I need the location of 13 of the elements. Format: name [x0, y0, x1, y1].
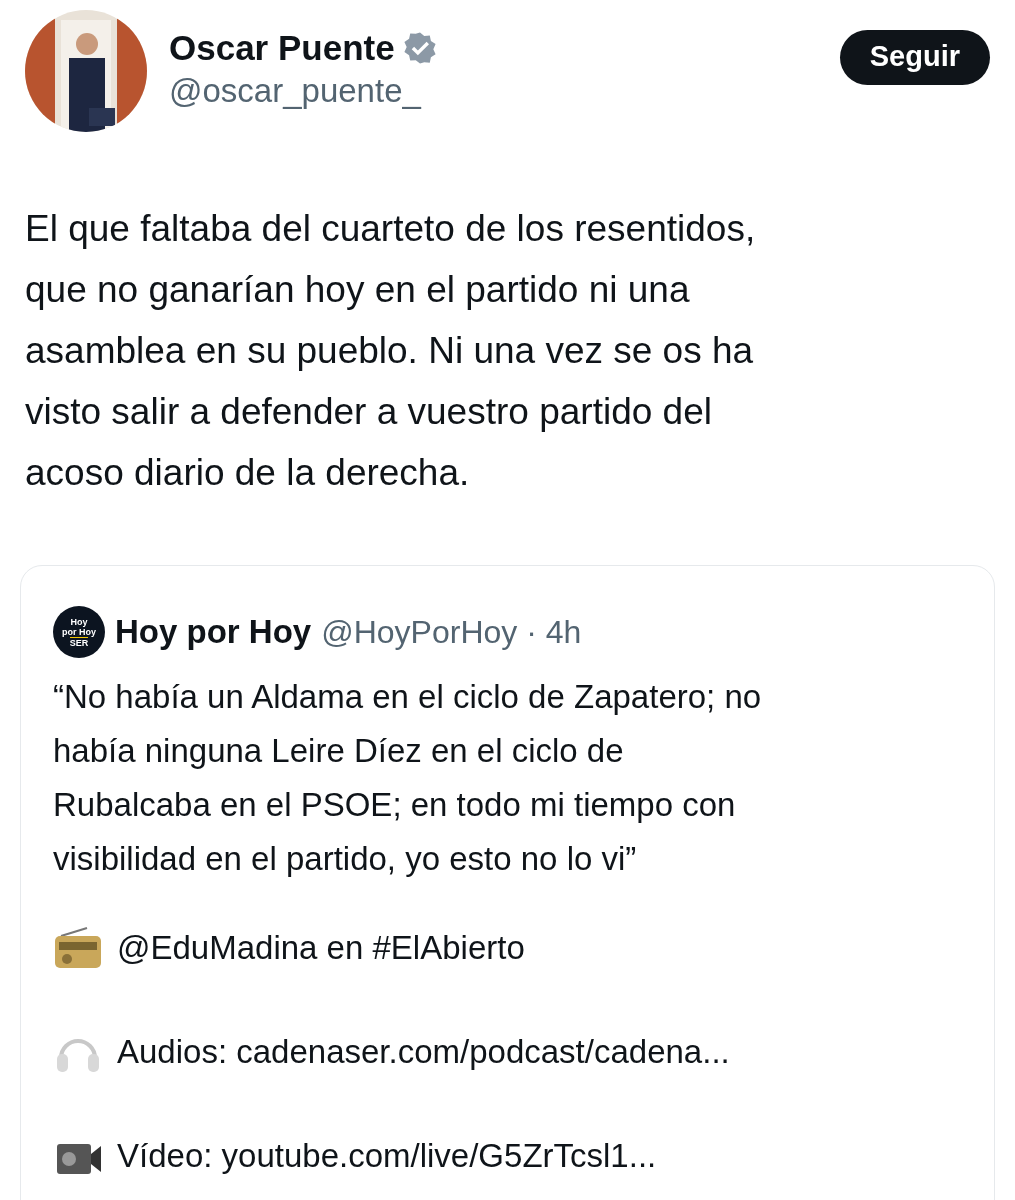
follow-button[interactable]: Seguir [839, 30, 990, 85]
quoted-line: Audios: cadenaser.com/podcast/cadena... [117, 1033, 730, 1071]
quoted-post-card[interactable] [20, 565, 995, 1200]
author-name: Oscar Puente [169, 28, 395, 68]
quoted-text: “No había un Aldama en el ciclo de Zapatero; no había ninguna Leire Díez en el ciclo de Rubalcaba en el PSOE; en todo mi tiempo con visibilidad en el partido, yo esto no lo vi” [53, 677, 763, 879]
quoted-line: @EduMadina en #ElAbierto [117, 929, 525, 967]
quoted-author-name: Hoy por Hoy [115, 613, 312, 651]
quoted-line: Vídeo: youtube.com/live/G5ZrTcsl1... [117, 1137, 657, 1175]
radio-icon [53, 926, 103, 970]
quoted-handle-time: @HoyPorHoy · 4h [321, 613, 582, 651]
author-handle: @oscar_puente_ [169, 72, 423, 110]
channel-logo: Hoy por Hoy SER [53, 606, 105, 658]
post-text: El que faltaba del cuarteto de los resentidos, que no ganarían hoy en el partido ni una asamblea en su pueblo. Ni una vez se os ha visto salir a defender a vuestro partido del acoso diario de la derecha. [25, 207, 757, 495]
